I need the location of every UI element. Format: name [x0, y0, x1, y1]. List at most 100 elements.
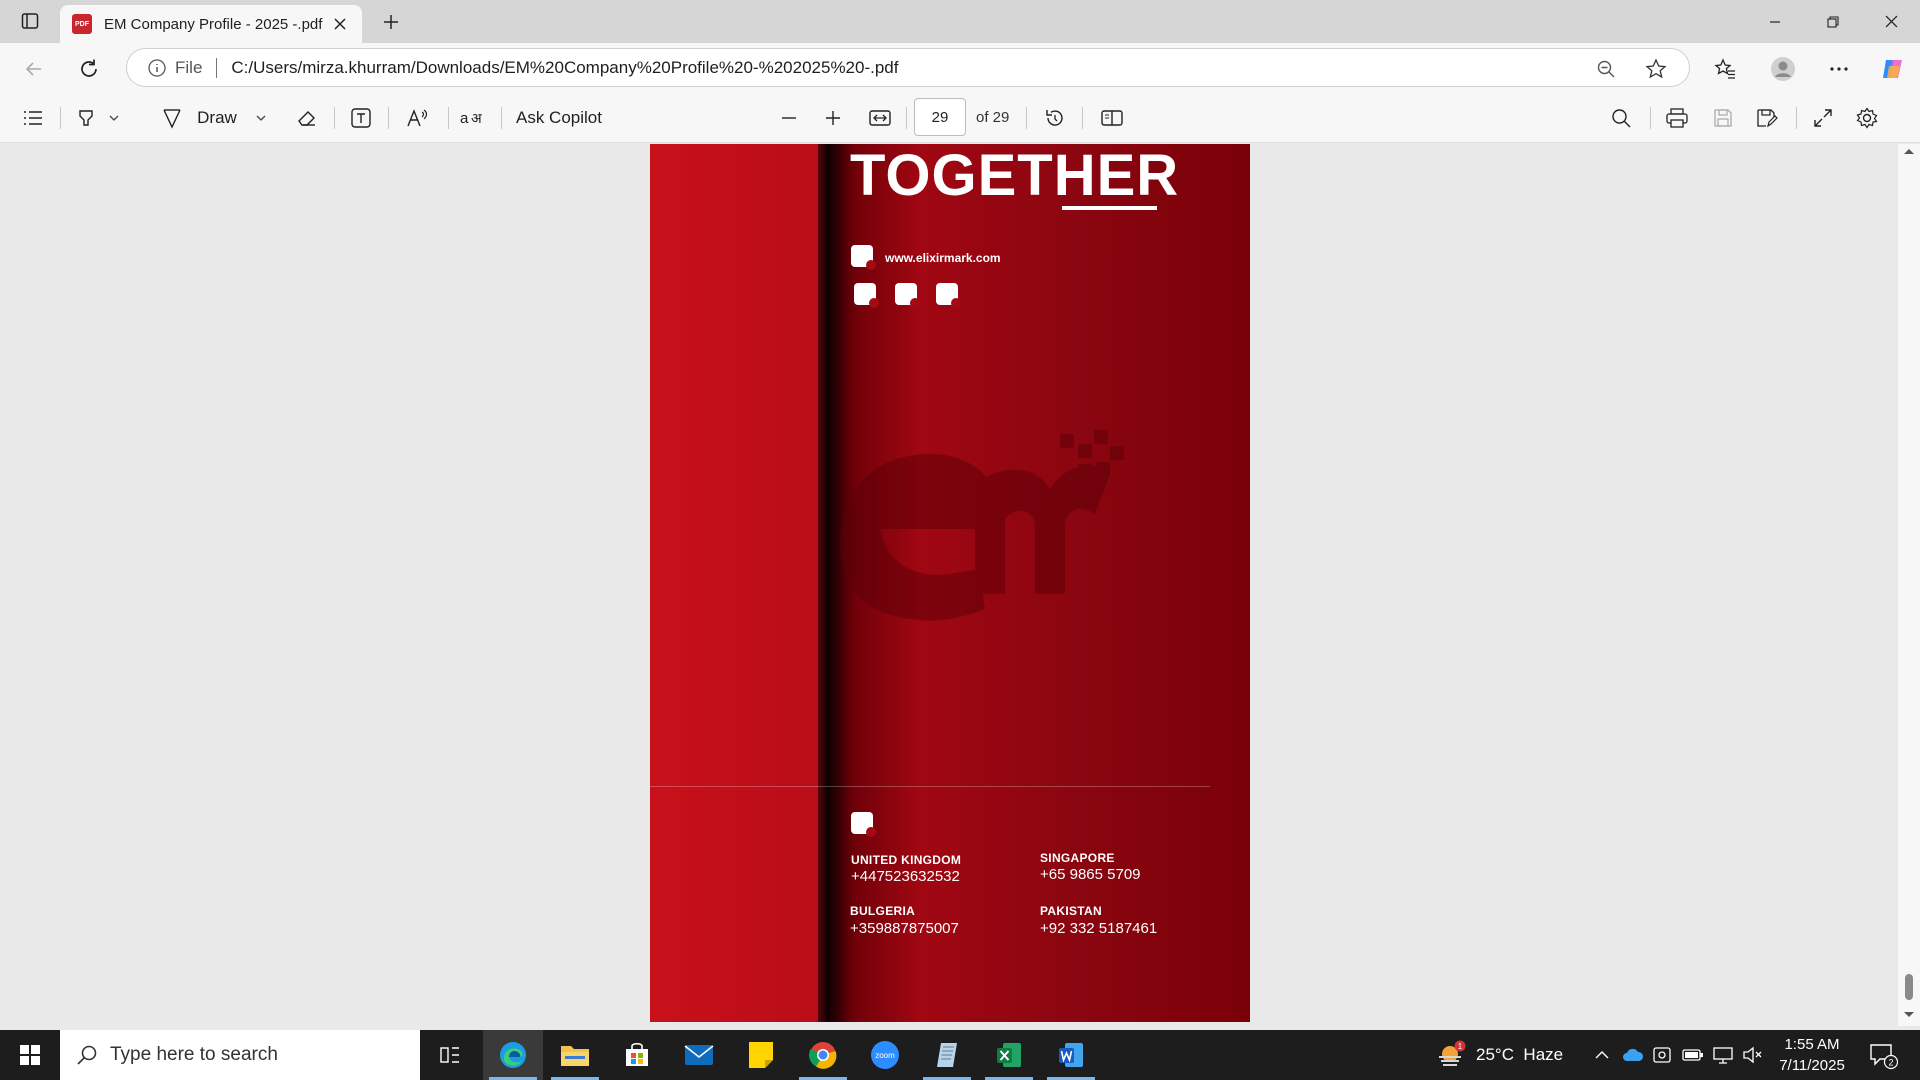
divider — [1026, 107, 1027, 129]
taskbar-excel[interactable] — [979, 1030, 1039, 1080]
draw-button[interactable]: Draw — [156, 101, 272, 135]
divider — [216, 57, 218, 78]
tab-close-button[interactable] — [330, 14, 350, 34]
vertical-scrollbar[interactable] — [1898, 144, 1920, 1026]
facebook-icon[interactable] — [854, 283, 879, 308]
taskbar-search-box[interactable]: Type here to search — [60, 1030, 420, 1080]
pdf-settings-button[interactable] — [1850, 101, 1884, 135]
page-view-button[interactable] — [1094, 101, 1130, 135]
battery-button[interactable] — [1682, 1030, 1704, 1080]
start-button[interactable] — [0, 1030, 60, 1080]
clock-date: 7/11/2025 — [1779, 1057, 1845, 1074]
office-country: BULGERIA — [850, 904, 916, 918]
notification-icon: 2 — [1870, 1044, 1898, 1070]
highlight-button[interactable] — [70, 101, 126, 135]
chevron-down-icon — [109, 115, 119, 121]
security-button[interactable] — [1652, 1030, 1672, 1080]
favorite-button[interactable] — [1639, 49, 1673, 88]
title-bar: PDF EM Company Profile - 2025 -.pdf — [0, 0, 1920, 43]
read-aloud-button[interactable] — [398, 101, 438, 135]
text-box-icon — [351, 108, 371, 128]
office-phone: +359887875007 — [850, 920, 959, 937]
full-screen-button[interactable] — [1806, 101, 1840, 135]
taskbar-store[interactable] — [607, 1030, 667, 1080]
rotate-button[interactable] — [1038, 101, 1072, 135]
network-button[interactable] — [1712, 1030, 1734, 1080]
copilot-button[interactable] — [1876, 52, 1910, 86]
taskbar-zoom[interactable]: zoom — [855, 1030, 915, 1080]
taskbar-notepad-app[interactable] — [917, 1030, 977, 1080]
weather-widget[interactable]: 1 25°C Haze — [1436, 1030, 1563, 1080]
search-placeholder: Type here to search — [110, 1044, 278, 1065]
office-country: SINGAPORE — [1040, 851, 1115, 865]
contents-button[interactable] — [16, 101, 50, 135]
task-view-button[interactable] — [420, 1030, 480, 1080]
zoom-out-button[interactable] — [772, 101, 806, 135]
settings-more-button[interactable] — [1822, 52, 1856, 86]
taskbar-word[interactable] — [1041, 1030, 1101, 1080]
save-as-button[interactable] — [1750, 101, 1784, 135]
instagram-icon[interactable] — [936, 283, 961, 308]
refresh-button[interactable] — [73, 53, 105, 85]
print-button[interactable] — [1660, 101, 1694, 135]
expand-icon — [1814, 109, 1832, 127]
onedrive-button[interactable] — [1622, 1030, 1644, 1080]
taskbar-sticky-notes[interactable] — [731, 1030, 791, 1080]
office-phone: +447523632532 — [851, 868, 960, 885]
divider — [388, 107, 389, 129]
svg-text:अ: अ — [471, 111, 482, 127]
find-button[interactable] — [1604, 101, 1638, 135]
favorites-button[interactable] — [1708, 52, 1742, 86]
clock[interactable]: 1:55 AM 7/11/2025 — [1762, 1034, 1862, 1076]
taskbar-file-explorer[interactable] — [545, 1030, 605, 1080]
read-aloud-icon — [407, 109, 428, 127]
tab-actions-button[interactable] — [14, 9, 46, 33]
scrollbar-thumb[interactable] — [1905, 974, 1913, 1000]
chrome-icon — [809, 1042, 837, 1069]
close-window-button[interactable] — [1862, 0, 1920, 43]
website-link[interactable]: www.elixirmark.com — [885, 251, 1001, 265]
pdf-viewport[interactable]: TOGETHER www.elixirmark.com UNITED KINGD… — [5, 144, 1898, 1026]
notifications-button[interactable]: 2 — [1868, 1030, 1898, 1080]
restore-button[interactable] — [1804, 0, 1862, 43]
taskbar-mail[interactable] — [669, 1030, 729, 1080]
word-icon — [1059, 1043, 1083, 1067]
eraser-icon — [298, 111, 315, 126]
url-field[interactable]: File C:/Users/mirza.khurram/Downloads/EM… — [126, 48, 1690, 87]
volume-button[interactable] — [1742, 1030, 1762, 1080]
page-number-input[interactable]: 29 — [914, 98, 966, 136]
star-icon — [1645, 57, 1667, 78]
show-hidden-icons-button[interactable] — [1594, 1030, 1610, 1080]
back-button[interactable] — [18, 53, 50, 85]
office-phone: +65 9865 5709 — [1040, 866, 1141, 883]
page-heading: TOGETHER — [850, 144, 1180, 208]
divider — [60, 107, 61, 129]
volume-muted-icon — [1743, 1046, 1762, 1064]
taskbar-chrome[interactable] — [793, 1030, 853, 1080]
printer-icon — [1666, 108, 1688, 128]
restore-icon — [1827, 15, 1839, 28]
scroll-up-icon[interactable] — [1903, 144, 1915, 160]
erase-button[interactable] — [290, 101, 324, 135]
browser-tab[interactable]: PDF EM Company Profile - 2025 -.pdf — [60, 5, 362, 43]
zoom-in-button[interactable] — [816, 101, 850, 135]
linkedin-icon[interactable] — [895, 283, 920, 308]
mail-icon — [684, 1045, 714, 1065]
zoom-button[interactable] — [1589, 49, 1623, 88]
save-button[interactable] — [1706, 101, 1740, 135]
save-as-icon — [1757, 109, 1778, 128]
tab-title: EM Company Profile - 2025 -.pdf — [104, 15, 323, 33]
fit-width-button[interactable] — [862, 101, 898, 135]
profile-button[interactable] — [1766, 52, 1800, 86]
scroll-down-icon[interactable] — [1903, 1006, 1915, 1022]
taskbar-edge[interactable] — [483, 1030, 543, 1080]
network-icon — [1713, 1047, 1733, 1064]
add-text-button[interactable] — [344, 101, 378, 135]
new-tab-button[interactable] — [376, 9, 406, 35]
divider — [501, 107, 502, 129]
sticky-notes-icon — [749, 1042, 773, 1068]
minimize-button[interactable] — [1746, 0, 1804, 43]
ask-copilot-button[interactable]: Ask Copilot — [516, 101, 626, 135]
refresh-icon — [81, 59, 97, 77]
translate-button[interactable]: aअ — [456, 101, 490, 135]
